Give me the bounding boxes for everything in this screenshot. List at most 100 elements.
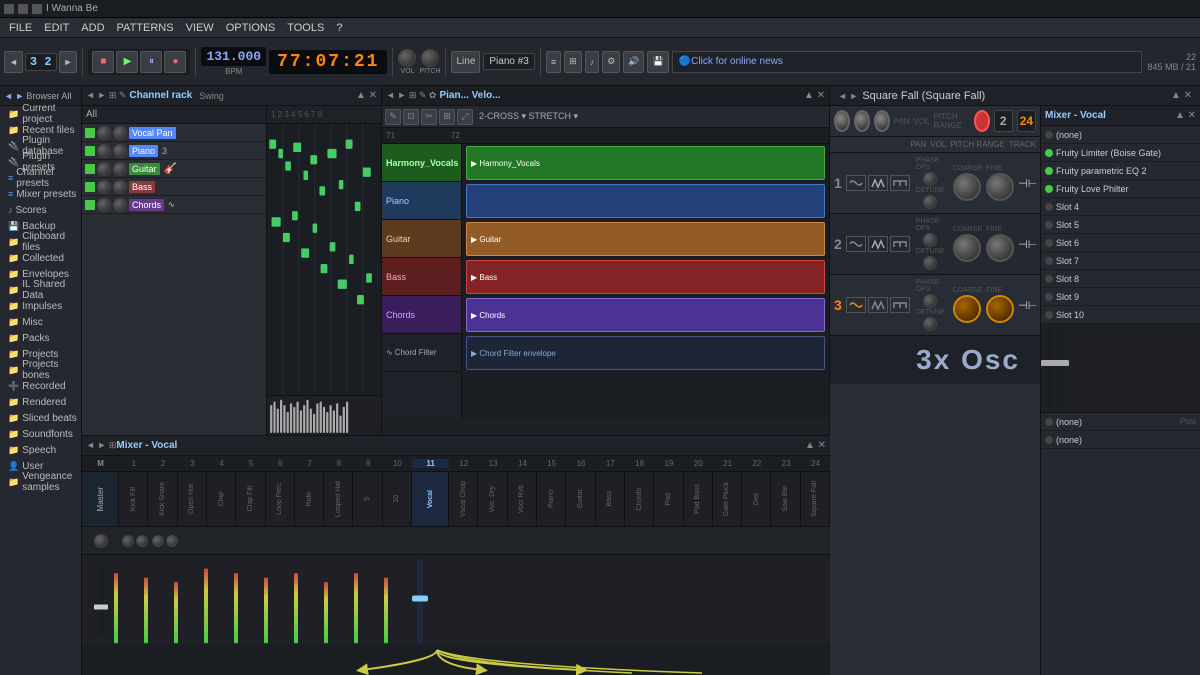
osc-2-coarse-knob[interactable]: [953, 234, 981, 262]
news-bar[interactable]: 🔵 Click for online news: [672, 51, 1143, 73]
osc-2-detune-knob[interactable]: [923, 256, 937, 270]
piano-roll-close[interactable]: ▲ ✕: [804, 90, 825, 101]
mixer-close[interactable]: ▲ ✕: [805, 440, 826, 451]
pr-block-chords[interactable]: ▶ Chords: [466, 298, 825, 332]
menu-options[interactable]: OPTIONS: [221, 20, 281, 36]
pr-block-guitar[interactable]: ▶ Guitar: [466, 222, 825, 256]
mixer-knob[interactable]: [166, 535, 178, 547]
pattern-next-button[interactable]: ►: [59, 51, 78, 73]
sidebar-item-rendered[interactable]: 📁 Rendered: [0, 394, 81, 410]
menu-help[interactable]: ?: [331, 20, 347, 36]
fx-slot-10[interactable]: Slot 10: [1041, 306, 1200, 324]
pattern-prev-button[interactable]: ◄: [4, 51, 23, 73]
master-pitch-knob[interactable]: [421, 49, 439, 67]
mixer-track-cell[interactable]: Open Hat: [178, 472, 207, 526]
ch-vol-knob[interactable]: [113, 198, 127, 212]
ch-vol-knob[interactable]: [113, 126, 127, 140]
ch-mute-btn[interactable]: [85, 182, 95, 192]
fx-slot-8[interactable]: Slot 8: [1041, 270, 1200, 288]
fx-slot-6[interactable]: Slot 6: [1041, 234, 1200, 252]
synth-close[interactable]: ▲ ✕: [1171, 90, 1192, 101]
pr-track-chords[interactable]: Chords: [382, 296, 461, 334]
synth-pitch-knob[interactable]: [874, 110, 890, 132]
master-volume-knob[interactable]: [398, 49, 416, 67]
sidebar-item-scores[interactable]: ♪ Scores: [0, 202, 81, 218]
osc-1-coarse-knob[interactable]: [953, 173, 981, 201]
channel-row-guitar[interactable]: Guitar 🎸: [82, 160, 266, 178]
menu-view[interactable]: VIEW: [181, 20, 219, 36]
mixer-track-cell[interactable]: Kick Fill: [119, 472, 148, 526]
toolbar-btn-3[interactable]: ♪: [585, 51, 600, 73]
pr-track-piano[interactable]: Piano: [382, 182, 461, 220]
pr-track-guitar[interactable]: Guitar: [382, 220, 461, 258]
minimize-button[interactable]: [4, 4, 14, 14]
toolbar-btn-2[interactable]: ⊞: [564, 51, 582, 73]
osc-2-wave-sine[interactable]: [846, 236, 866, 252]
ch-pan-knob[interactable]: [97, 162, 111, 176]
osc-wave-triangle[interactable]: [868, 175, 888, 191]
osc-3-wave-triangle[interactable]: [868, 297, 888, 313]
ch-pan-knob[interactable]: [97, 180, 111, 194]
channel-row-piano[interactable]: Piano 3: [82, 142, 266, 160]
maximize-button[interactable]: [18, 4, 28, 14]
mixer-vocal-cell[interactable]: Vocal: [412, 472, 449, 526]
ch-mute-btn[interactable]: [85, 146, 95, 156]
mixer-track-cell[interactable]: 10: [383, 472, 412, 526]
close-button[interactable]: [32, 4, 42, 14]
osc-1-phase-knob[interactable]: [923, 172, 937, 186]
sidebar-item-sliced[interactable]: 📁 Sliced beats: [0, 410, 81, 426]
pr-track-harmony[interactable]: Harmony_Vocals: [382, 144, 461, 182]
pr-tool-2[interactable]: ⊡: [403, 109, 419, 125]
mixer-track-cell[interactable]: Piano: [537, 472, 566, 526]
mixer-track-cell[interactable]: Pad: [654, 472, 683, 526]
ch-name-label[interactable]: Bass: [129, 181, 155, 193]
ch-vol-knob[interactable]: [113, 144, 127, 158]
sidebar-item-mixer-presets[interactable]: ≡ Mixer presets: [0, 186, 81, 202]
fx-slot-eq2[interactable]: Fruity parametric EQ 2: [1041, 162, 1200, 180]
pr-block-harmony[interactable]: ▶ Harmony_Vocals: [466, 146, 825, 180]
pr-track-bass[interactable]: Bass: [382, 258, 461, 296]
osc-3-wave-square[interactable]: [890, 297, 910, 313]
pr-tool-1[interactable]: ✎: [385, 109, 401, 125]
fx-slot-4[interactable]: Slot 4: [1041, 198, 1200, 216]
cr-nav-btn[interactable]: ◄ ► ⊞ ✎: [86, 90, 126, 101]
piano-roll-grid[interactable]: 1 2 3 4 5 6 7 8: [267, 106, 381, 435]
record-button[interactable]: ●: [164, 51, 186, 73]
toolbar-btn-6[interactable]: 💾: [647, 51, 668, 73]
osc-wave-square[interactable]: [890, 175, 910, 191]
menu-tools[interactable]: TOOLS: [282, 20, 329, 36]
osc-1-detune-knob[interactable]: [923, 195, 937, 209]
menu-patterns[interactable]: PATTERNS: [112, 20, 179, 36]
piano-selector[interactable]: Piano #3: [483, 53, 534, 70]
menu-file[interactable]: FILE: [4, 20, 37, 36]
sidebar-item-current-project[interactable]: 📁 Current project: [0, 106, 81, 122]
mixer-track-cell[interactable]: Bass: [596, 472, 625, 526]
sidebar-item-il-shared[interactable]: 📁 IL Shared Data: [0, 282, 81, 298]
mixer-track-cell[interactable]: Vocr Rvb: [508, 472, 537, 526]
fx-bottom-slot-1[interactable]: (none) Post: [1041, 413, 1200, 431]
sidebar-item-packs[interactable]: 📁 Packs: [0, 330, 81, 346]
mixer-track-cell[interactable]: Chords: [625, 472, 654, 526]
mixer-track-cell[interactable]: Saw Ble: [771, 472, 800, 526]
fx-slot-5[interactable]: Slot 5: [1041, 216, 1200, 234]
osc-2-wave-square[interactable]: [890, 236, 910, 252]
toolbar-btn-4[interactable]: ⚙: [602, 51, 620, 73]
osc-wave-sine[interactable]: [846, 175, 866, 191]
ch-vol-knob[interactable]: [113, 180, 127, 194]
menu-edit[interactable]: EDIT: [39, 20, 74, 36]
mixer-track-cell[interactable]: Guitar: [566, 472, 595, 526]
synth-nav-btn[interactable]: ◄ ►: [838, 91, 858, 101]
fx-fader-2[interactable]: [1057, 328, 1065, 408]
note-grid[interactable]: [267, 124, 381, 435]
menu-add[interactable]: ADD: [76, 20, 109, 36]
play-button[interactable]: ▶: [116, 51, 138, 73]
stop-button[interactable]: ■: [92, 51, 114, 73]
mixer-track-cell[interactable]: Looped Hat: [324, 472, 353, 526]
osc-3-wave-sine[interactable]: [846, 297, 866, 313]
mixer-track-cell[interactable]: Clap Fill: [236, 472, 265, 526]
mixer-track-cell[interactable]: Ride: [295, 472, 324, 526]
toolbar-btn-5[interactable]: 🔊: [623, 51, 644, 73]
mixer-track-cell[interactable]: Voc. Dry: [478, 472, 507, 526]
pr-tool-5[interactable]: ⤢: [457, 109, 473, 125]
pr-track-chord-filter[interactable]: ∿ Chord Filter: [382, 334, 461, 372]
